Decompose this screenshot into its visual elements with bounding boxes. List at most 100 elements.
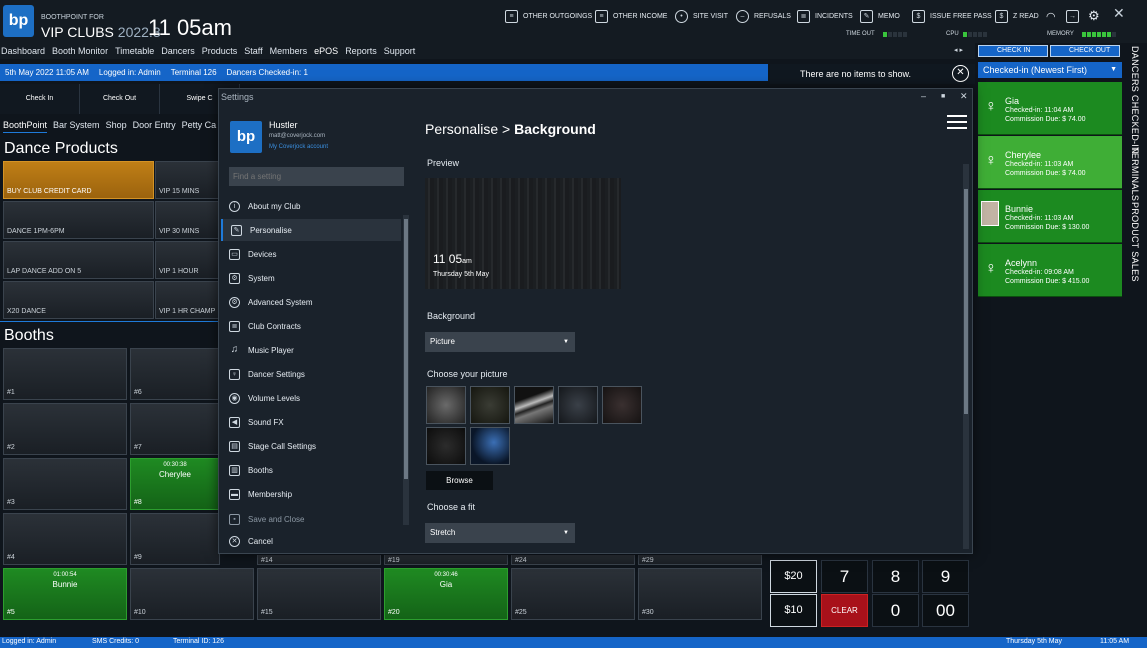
nav-members[interactable]: Members (270, 43, 308, 59)
booth-tile[interactable]: #9 (130, 513, 220, 565)
memo-button[interactable]: ✎ MEMO (860, 9, 900, 23)
cat-door-entry[interactable]: Door Entry (133, 117, 176, 133)
issue-free-pass-button[interactable]: $ ISSUE FREE PASS (912, 9, 992, 23)
product-tile[interactable]: VIP 1 HOUR (155, 241, 225, 279)
key-7[interactable]: 7 (821, 560, 868, 593)
nav-arrows[interactable]: ◂ ▸ (954, 46, 963, 54)
booth-tile-active[interactable]: 00:30:46 Gia #20 (384, 568, 508, 620)
hamburger-menu-icon[interactable] (947, 111, 967, 129)
nav-products[interactable]: Products (202, 43, 238, 59)
menu-membership[interactable]: ▬ Membership (221, 483, 401, 505)
menu-music-player[interactable]: ♫ Music Player (221, 339, 401, 361)
nav-epos[interactable]: ePOS (314, 43, 338, 59)
picture-thumbnail[interactable] (470, 427, 510, 465)
account-link[interactable]: My Coverjock account (269, 144, 328, 150)
key-10[interactable]: $10 (770, 594, 817, 627)
incidents-button[interactable]: ≣ INCIDENTS (797, 9, 853, 23)
menu-volume-levels[interactable]: ◉ Volume Levels (221, 387, 401, 409)
picture-thumbnail[interactable] (426, 427, 466, 465)
dancer-card[interactable]: Bunnie Checked-in: 11:03 AM Commission D… (978, 190, 1122, 243)
booth-tile[interactable]: #25 (511, 568, 635, 620)
product-tile[interactable]: LAP DANCE ADD ON 5 (3, 241, 154, 279)
picture-thumbnail[interactable] (470, 386, 510, 424)
background-select[interactable]: Picture ▼ (425, 332, 575, 352)
booth-tile[interactable]: #10 (130, 568, 254, 620)
dancer-card[interactable]: ♀ Acelynn Checked-in: 09:08 AM Commissio… (978, 244, 1122, 297)
key-00[interactable]: 00 (922, 594, 969, 627)
menu-about-my-club[interactable]: i About my Club (221, 195, 401, 217)
booth-tile-active[interactable]: 00:30:38 Cherylee #8 (130, 458, 220, 510)
logout-icon[interactable]: → (1066, 9, 1079, 23)
booth-tile[interactable]: #2 (3, 403, 127, 455)
browse-button[interactable]: Browse (426, 471, 493, 490)
key-20[interactable]: $20 (770, 560, 817, 593)
menu-system[interactable]: ⚙ System (221, 267, 401, 289)
product-tile[interactable]: X20 DANCE (3, 281, 154, 319)
check-out-button[interactable]: CHECK OUT (1050, 45, 1120, 57)
cat-bar-system[interactable]: Bar System (53, 117, 100, 133)
cat-boothpoint[interactable]: BoothPoint (3, 117, 48, 133)
site-visit-button[interactable]: • SITE VISIT (675, 9, 728, 23)
booth-tile[interactable]: #6 (130, 348, 220, 400)
key-0[interactable]: 0 (872, 594, 919, 627)
sort-dropdown[interactable]: Checked-in (Newest First) ▼ (978, 62, 1122, 78)
booth-tile[interactable]: #24 (511, 555, 635, 565)
save-and-close-button[interactable]: ▪ Save and Close (221, 508, 401, 530)
booth-tile[interactable]: #15 (257, 568, 381, 620)
menu-dancer-settings[interactable]: ♀ Dancer Settings (221, 363, 401, 385)
tab-product-sales[interactable]: PRODUCT SALES (1130, 202, 1140, 282)
fit-select[interactable]: Stretch ▼ (425, 523, 575, 543)
check-in-tab[interactable]: Check In (0, 84, 80, 114)
nav-support[interactable]: Support (384, 43, 416, 59)
other-outgoings-button[interactable]: ≡ OTHER OUTGOINGS (505, 9, 592, 23)
sidebar-scrollbar[interactable] (403, 215, 409, 525)
dancer-card[interactable]: ♀ Cherylee Checked-in: 11:03 AM Commissi… (978, 136, 1122, 189)
close-icon[interactable]: ✕ (1113, 5, 1125, 21)
booth-tile[interactable]: #30 (638, 568, 762, 620)
nav-booth-monitor[interactable]: Booth Monitor (52, 43, 108, 59)
check-in-button[interactable]: CHECK IN (978, 45, 1048, 57)
nav-staff[interactable]: Staff (244, 43, 262, 59)
search-input[interactable] (229, 167, 404, 186)
booth-tile[interactable]: #19 (384, 555, 508, 565)
menu-sound-fx[interactable]: ◀ Sound FX (221, 411, 401, 433)
breadcrumb-parent[interactable]: Personalise (425, 121, 498, 137)
clear-button[interactable]: CLEAR (821, 594, 868, 627)
cat-shop[interactable]: Shop (106, 117, 127, 133)
picture-thumbnail[interactable] (514, 386, 554, 424)
nav-dancers[interactable]: Dancers (161, 43, 195, 59)
gear-icon[interactable]: ⚙ (1088, 8, 1100, 23)
booth-tile[interactable]: #1 (3, 348, 127, 400)
z-read-button[interactable]: $ Z READ (995, 9, 1039, 23)
nav-reports[interactable]: Reports (345, 43, 377, 59)
refusals-button[interactable]: – REFUSALS (736, 9, 791, 23)
menu-devices[interactable]: ▭ Devices (221, 243, 401, 265)
key-8[interactable]: 8 (872, 560, 919, 593)
menu-personalise[interactable]: ✎ Personalise (221, 219, 401, 241)
product-tile[interactable]: BUY CLUB CREDIT CARD (3, 161, 154, 199)
dancer-card[interactable]: ♀ Gia Checked-in: 11:04 AM Commission Du… (978, 82, 1122, 135)
booth-tile[interactable]: #7 (130, 403, 220, 455)
nav-dashboard[interactable]: Dashboard (1, 43, 45, 59)
booth-tile[interactable]: #29 (638, 555, 762, 565)
maximize-icon[interactable]: ■ (941, 93, 945, 100)
product-tile[interactable]: VIP 30 MINS (155, 201, 225, 239)
content-scrollbar[interactable] (963, 164, 969, 549)
key-9[interactable]: 9 (922, 560, 969, 593)
menu-stage-call-settings[interactable]: ▤ Stage Call Settings (221, 435, 401, 457)
minimize-icon[interactable]: – (921, 91, 926, 101)
nav-timetable[interactable]: Timetable (115, 43, 154, 59)
tab-terminals[interactable]: TERMINALS (1130, 147, 1140, 201)
cancel-button[interactable]: ✕ Cancel (221, 530, 401, 552)
check-out-tab[interactable]: Check Out (80, 84, 160, 114)
booth-tile[interactable]: #3 (3, 458, 127, 510)
picture-thumbnail[interactable] (426, 386, 466, 424)
product-tile[interactable]: DANCE 1PM-6PM (3, 201, 154, 239)
wifi-icon[interactable]: ◠ (1046, 9, 1056, 23)
picture-thumbnail[interactable] (602, 386, 642, 424)
tab-dancers-checked-in[interactable]: DANCERS CHECKED-IN (1130, 46, 1140, 154)
product-tile[interactable]: VIP 1 HR CHAMP (155, 281, 225, 319)
close-icon[interactable]: ✕ (960, 91, 968, 102)
booth-tile[interactable]: #14 (257, 555, 381, 565)
picture-thumbnail[interactable] (558, 386, 598, 424)
